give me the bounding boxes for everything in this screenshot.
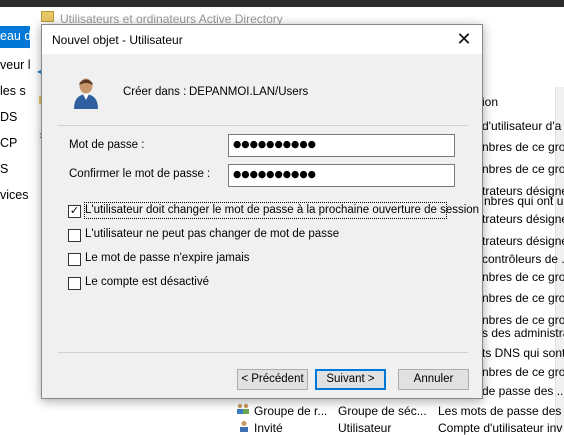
list-item-description: s des administrat (482, 326, 564, 340)
list-item-description: nbres qui ont un (484, 194, 564, 208)
next-button[interactable]: Suivant > (315, 369, 386, 390)
row-name[interactable]: Groupe de r... (254, 404, 327, 418)
description-column-header[interactable]: ion (482, 95, 498, 109)
password-label: Mot de passe : (69, 139, 145, 151)
checkbox-checked-icon[interactable]: ✓ (68, 205, 81, 218)
list-item-description: d'utilisateur d'a (482, 119, 562, 133)
create-in-label: Créer dans : (123, 86, 187, 98)
aduc-app-icon (41, 11, 54, 22)
list-item-description: nbres de ce grou (482, 291, 564, 305)
dialog-titlebar[interactable]: Nouvel objet - Utilisateur ✕ (42, 25, 482, 54)
previous-button[interactable]: < Précédent (237, 369, 308, 390)
option-label: Le compte est désactivé (85, 276, 210, 288)
list-item-description: nbres de ce grou (482, 365, 564, 379)
aduc-titlebar (30, 0, 564, 7)
list-item-description: trateurs désigné (482, 234, 564, 248)
option-cannot-change-password[interactable]: L'utilisateur ne peut pas changer de mot… (68, 228, 458, 244)
option-label: L'utilisateur doit changer le mot de pas… (85, 204, 480, 216)
confirm-password-label: Confirmer le mot de passe : (69, 168, 211, 180)
option-label: L'utilisateur ne peut pas changer de mot… (85, 228, 340, 240)
divider (58, 352, 468, 353)
checkbox-icon[interactable] (68, 253, 81, 266)
user-icon (238, 420, 250, 432)
new-user-dialog: Nouvel objet - Utilisateur ✕ Créer dans … (41, 24, 483, 399)
list-item-description: nbres de ce grou (482, 140, 564, 154)
confirm-password-field[interactable]: ●●●●●●●●●● (228, 164, 455, 187)
row-description: Compte d'utilisateur inv (438, 421, 563, 435)
group-icon (236, 403, 250, 415)
checkbox-icon[interactable] (68, 229, 81, 242)
option-must-change-password[interactable]: ✓ L'utilisateur doit changer le mot de p… (68, 202, 479, 220)
row-name[interactable]: Invité (254, 421, 283, 435)
option-label: Le mot de passe n'expire jamais (85, 252, 250, 264)
row-type: Utilisateur (338, 421, 392, 435)
list-item-description: nbres de ce grou (482, 162, 564, 176)
user-avatar-icon (72, 77, 100, 109)
list-item-description: nbres de ce grou (482, 270, 564, 284)
create-in-path: DEPANMOI.LAN/Users (189, 86, 309, 98)
cancel-button[interactable]: Annuler (398, 369, 469, 390)
option-account-disabled[interactable]: Le compte est désactivé (68, 276, 458, 292)
list-item-description: ts DNS qui sont (482, 346, 564, 360)
divider (58, 125, 468, 126)
checkbox-icon[interactable] (68, 277, 81, 290)
dialog-title: Nouvel objet - Utilisateur (52, 33, 183, 47)
list-item-description: contrôleurs de . (482, 252, 564, 266)
list-item-description: nbres de ce grou (482, 313, 564, 327)
row-type: Groupe de séc... (338, 404, 427, 418)
list-item-description: trateurs désigné (482, 212, 564, 226)
password-field[interactable]: ●●●●●●●●●● (228, 134, 455, 157)
list-item-description: de passe des ... (482, 384, 564, 398)
close-button[interactable]: ✕ (448, 27, 480, 52)
row-description: Les mots de passe des ... (438, 404, 564, 418)
option-password-never-expires[interactable]: Le mot de passe n'expire jamais (68, 252, 458, 268)
